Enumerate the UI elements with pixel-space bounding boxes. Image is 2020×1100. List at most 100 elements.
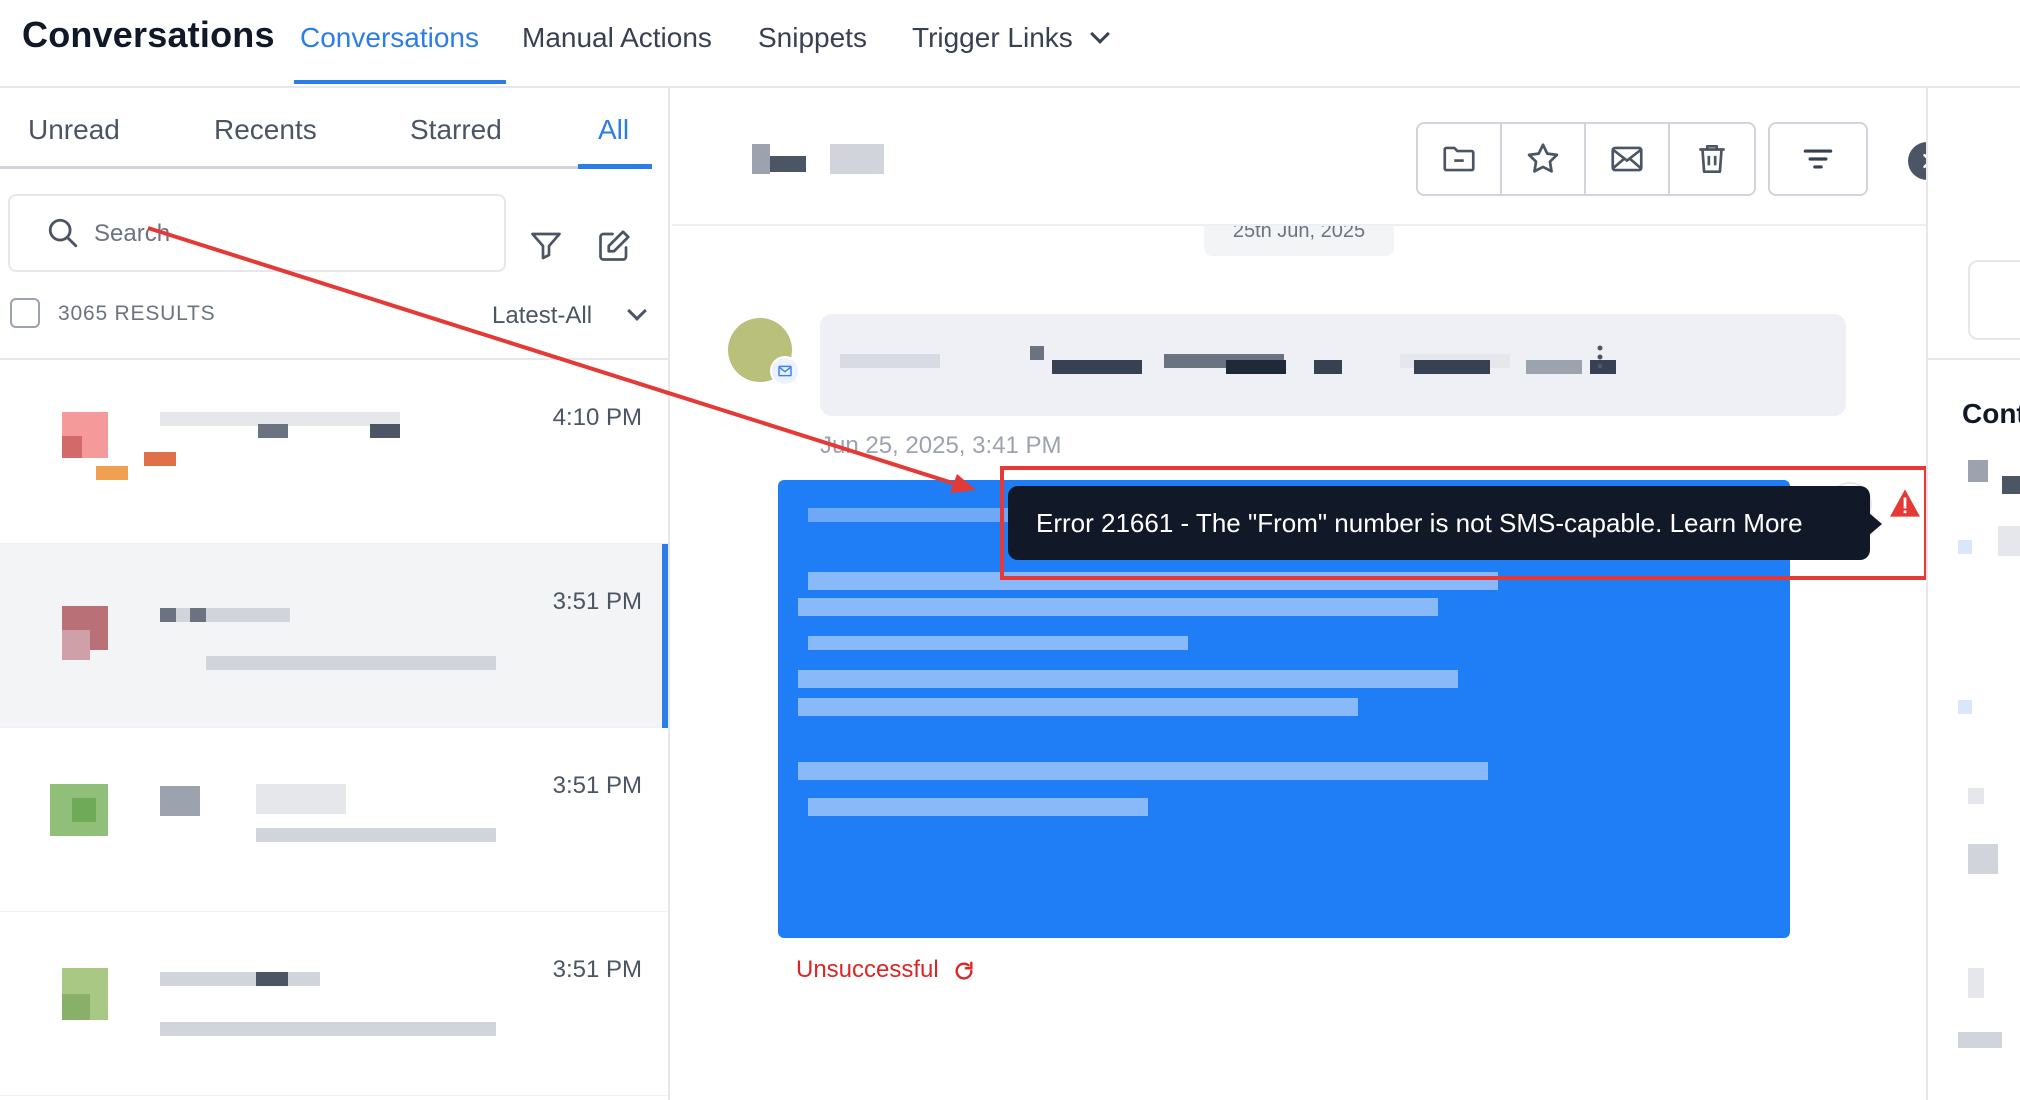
star-icon bbox=[1527, 143, 1559, 173]
chevron-down-icon[interactable] bbox=[627, 301, 647, 321]
subtab-recents[interactable]: Recents bbox=[214, 114, 317, 146]
channel-indicator bbox=[144, 452, 176, 466]
select-all-checkbox[interactable] bbox=[10, 298, 40, 328]
contact-name-redacted bbox=[160, 972, 320, 986]
annotation-highlight-box bbox=[1000, 466, 1928, 580]
subtab-starred[interactable]: Starred bbox=[410, 114, 502, 146]
incoming-message bbox=[820, 314, 1846, 416]
tab-trigger-links-label: Trigger Links bbox=[912, 22, 1073, 53]
message-text-redacted bbox=[1414, 360, 1490, 374]
conversation-time: 3:51 PM bbox=[552, 772, 642, 799]
conversation-time: 4:10 PM bbox=[552, 404, 642, 431]
star-button[interactable] bbox=[1502, 124, 1586, 194]
contact-field-redacted bbox=[1958, 540, 1972, 554]
subtabs-divider bbox=[0, 166, 652, 169]
search-box[interactable] bbox=[8, 194, 506, 272]
conversation-item[interactable]: 3:51 PM bbox=[0, 544, 668, 728]
message-preview-redacted bbox=[160, 1022, 496, 1036]
contact-name-redacted bbox=[160, 608, 176, 622]
contact-field-redacted bbox=[1968, 968, 1984, 998]
sort-dropdown[interactable]: Latest-All bbox=[492, 302, 592, 330]
contact-name-redacted bbox=[752, 144, 770, 174]
message-text-redacted bbox=[808, 508, 1008, 522]
contact-field-redacted bbox=[1968, 788, 1984, 804]
contact-panel-divider bbox=[1928, 358, 2020, 360]
contact-name-redacted bbox=[830, 144, 884, 174]
subtab-all[interactable]: All bbox=[598, 114, 629, 146]
contact-name-redacted bbox=[256, 972, 288, 986]
tab-manual-actions[interactable]: Manual Actions bbox=[522, 22, 712, 54]
subtab-unread[interactable]: Unread bbox=[28, 114, 120, 146]
contact-field-redacted bbox=[1968, 460, 1988, 482]
message-text-redacted bbox=[1030, 346, 1044, 360]
message-text-redacted bbox=[1226, 360, 1286, 374]
conversation-item[interactable]: 4:10 PM bbox=[0, 360, 668, 544]
contact-field-redacted bbox=[1958, 700, 1972, 714]
app-title: Conversations bbox=[22, 14, 275, 55]
avatar-detail bbox=[62, 994, 90, 1020]
thread-filter-button[interactable] bbox=[1768, 122, 1868, 196]
contact-field-redacted bbox=[1968, 844, 1998, 874]
message-text-redacted bbox=[808, 798, 1148, 816]
message-text-redacted bbox=[808, 636, 1188, 650]
contact-name-redacted bbox=[256, 784, 346, 814]
contact-details-panel: Cont bbox=[1926, 88, 2020, 1100]
contact-panel-title: Cont bbox=[1962, 398, 2020, 429]
contact-field-redacted bbox=[1998, 526, 2020, 556]
message-preview-redacted bbox=[256, 828, 496, 842]
avatar-detail bbox=[62, 630, 90, 660]
chevron-down-icon bbox=[1089, 24, 1110, 44]
contact-name-redacted bbox=[770, 156, 806, 172]
folder-icon bbox=[1443, 146, 1475, 172]
search-icon bbox=[48, 218, 78, 248]
thread-actions bbox=[1416, 122, 1756, 196]
delete-button[interactable] bbox=[1670, 124, 1754, 194]
avatar-detail bbox=[96, 466, 128, 480]
conversation-item[interactable]: 3:51 PM bbox=[0, 728, 668, 912]
contact-field-redacted bbox=[2002, 476, 2020, 494]
contact-name-redacted bbox=[160, 608, 290, 622]
message-text-redacted bbox=[1526, 360, 1582, 374]
selected-indicator bbox=[662, 544, 668, 728]
tab-trigger-links[interactable]: Trigger Links bbox=[912, 22, 1110, 54]
results-count: 3065 RESULTS bbox=[58, 302, 216, 325]
mark-unread-button[interactable] bbox=[1586, 124, 1670, 194]
message-preview-redacted bbox=[206, 656, 496, 670]
contact-name-redacted bbox=[160, 786, 200, 816]
message-text-redacted bbox=[798, 670, 1458, 688]
message-text-redacted bbox=[798, 762, 1488, 780]
active-subtab-indicator bbox=[578, 164, 652, 169]
contact-card[interactable] bbox=[1968, 260, 2020, 340]
filter-icon[interactable] bbox=[528, 228, 564, 264]
top-navigation: Conversations Conversations Manual Actio… bbox=[0, 0, 2020, 88]
search-input[interactable] bbox=[94, 216, 474, 252]
mail-icon bbox=[1611, 146, 1643, 172]
compose-icon[interactable] bbox=[596, 228, 632, 264]
conversation-time: 3:51 PM bbox=[552, 588, 642, 615]
message-text-redacted bbox=[798, 698, 1358, 716]
tab-snippets[interactable]: Snippets bbox=[758, 22, 867, 54]
sort-filter-icon bbox=[1803, 149, 1833, 169]
more-options-icon[interactable] bbox=[1594, 344, 1606, 370]
conversation-list-panel: Unread Recents Starred All 3065 RESULTS … bbox=[0, 88, 670, 1100]
tab-conversations[interactable]: Conversations bbox=[300, 22, 479, 54]
contact-field-redacted bbox=[1958, 1032, 2002, 1048]
conversation-item[interactable]: 3:51 PM bbox=[0, 912, 668, 1096]
move-folder-button[interactable] bbox=[1418, 124, 1502, 194]
contact-name-redacted bbox=[190, 608, 206, 622]
message-text-redacted bbox=[798, 598, 1438, 616]
trash-icon bbox=[1699, 144, 1725, 174]
conversation-time: 3:51 PM bbox=[552, 956, 642, 983]
contact-name-redacted bbox=[258, 424, 288, 438]
date-divider: 25th Jun, 2025 bbox=[1204, 226, 1394, 256]
avatar-detail bbox=[72, 798, 96, 822]
conversation-thread-panel: 25th Jun, 2025 Jun 25, 2025, 3:41 PM Err… bbox=[672, 88, 1946, 1100]
contact-name-redacted bbox=[370, 424, 400, 438]
message-status-label: Unsuccessful bbox=[796, 956, 939, 983]
avatar-detail bbox=[62, 436, 82, 458]
message-timestamp: Jun 25, 2025, 3:41 PM bbox=[820, 432, 1062, 459]
active-tab-indicator bbox=[294, 80, 506, 84]
message-status[interactable]: Unsuccessful bbox=[796, 956, 975, 984]
email-badge-icon bbox=[770, 356, 800, 386]
retry-icon[interactable] bbox=[953, 960, 975, 982]
